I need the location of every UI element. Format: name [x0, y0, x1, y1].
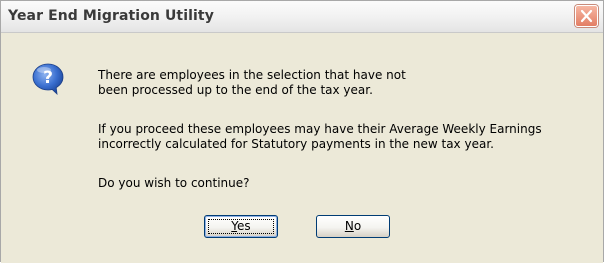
- svg-text:?: ?: [43, 68, 53, 88]
- dialog-body: ? There are employees in the selection t…: [1, 33, 603, 263]
- message-line: been processed up to the end of the tax …: [98, 83, 373, 97]
- dialog-window: Year End Migration Utility ? There are e…: [0, 0, 604, 263]
- message-paragraph-2: If you proceed these employees may have …: [98, 122, 542, 152]
- close-button[interactable]: [575, 5, 598, 27]
- dialog-title: Year End Migration Utility: [8, 8, 214, 24]
- no-label-rest: o: [353, 219, 362, 233]
- message-line: incorrectly calculated for Statutory pay…: [98, 137, 494, 151]
- message-line: Do you wish to continue?: [98, 176, 250, 190]
- message-line: If you proceed these employees may have …: [98, 122, 542, 136]
- no-button[interactable]: No: [316, 215, 390, 238]
- yes-button[interactable]: Yes: [204, 215, 278, 238]
- close-icon: [580, 9, 593, 23]
- message-line: There are employees in the selection tha…: [98, 68, 406, 82]
- title-bar[interactable]: Year End Migration Utility: [1, 1, 603, 33]
- no-accelerator: N: [344, 219, 354, 233]
- message-question: Do you wish to continue?: [98, 176, 250, 191]
- question-icon: ?: [31, 62, 65, 96]
- focus-ring: [208, 219, 274, 234]
- message-paragraph-1: There are employees in the selection tha…: [98, 68, 406, 98]
